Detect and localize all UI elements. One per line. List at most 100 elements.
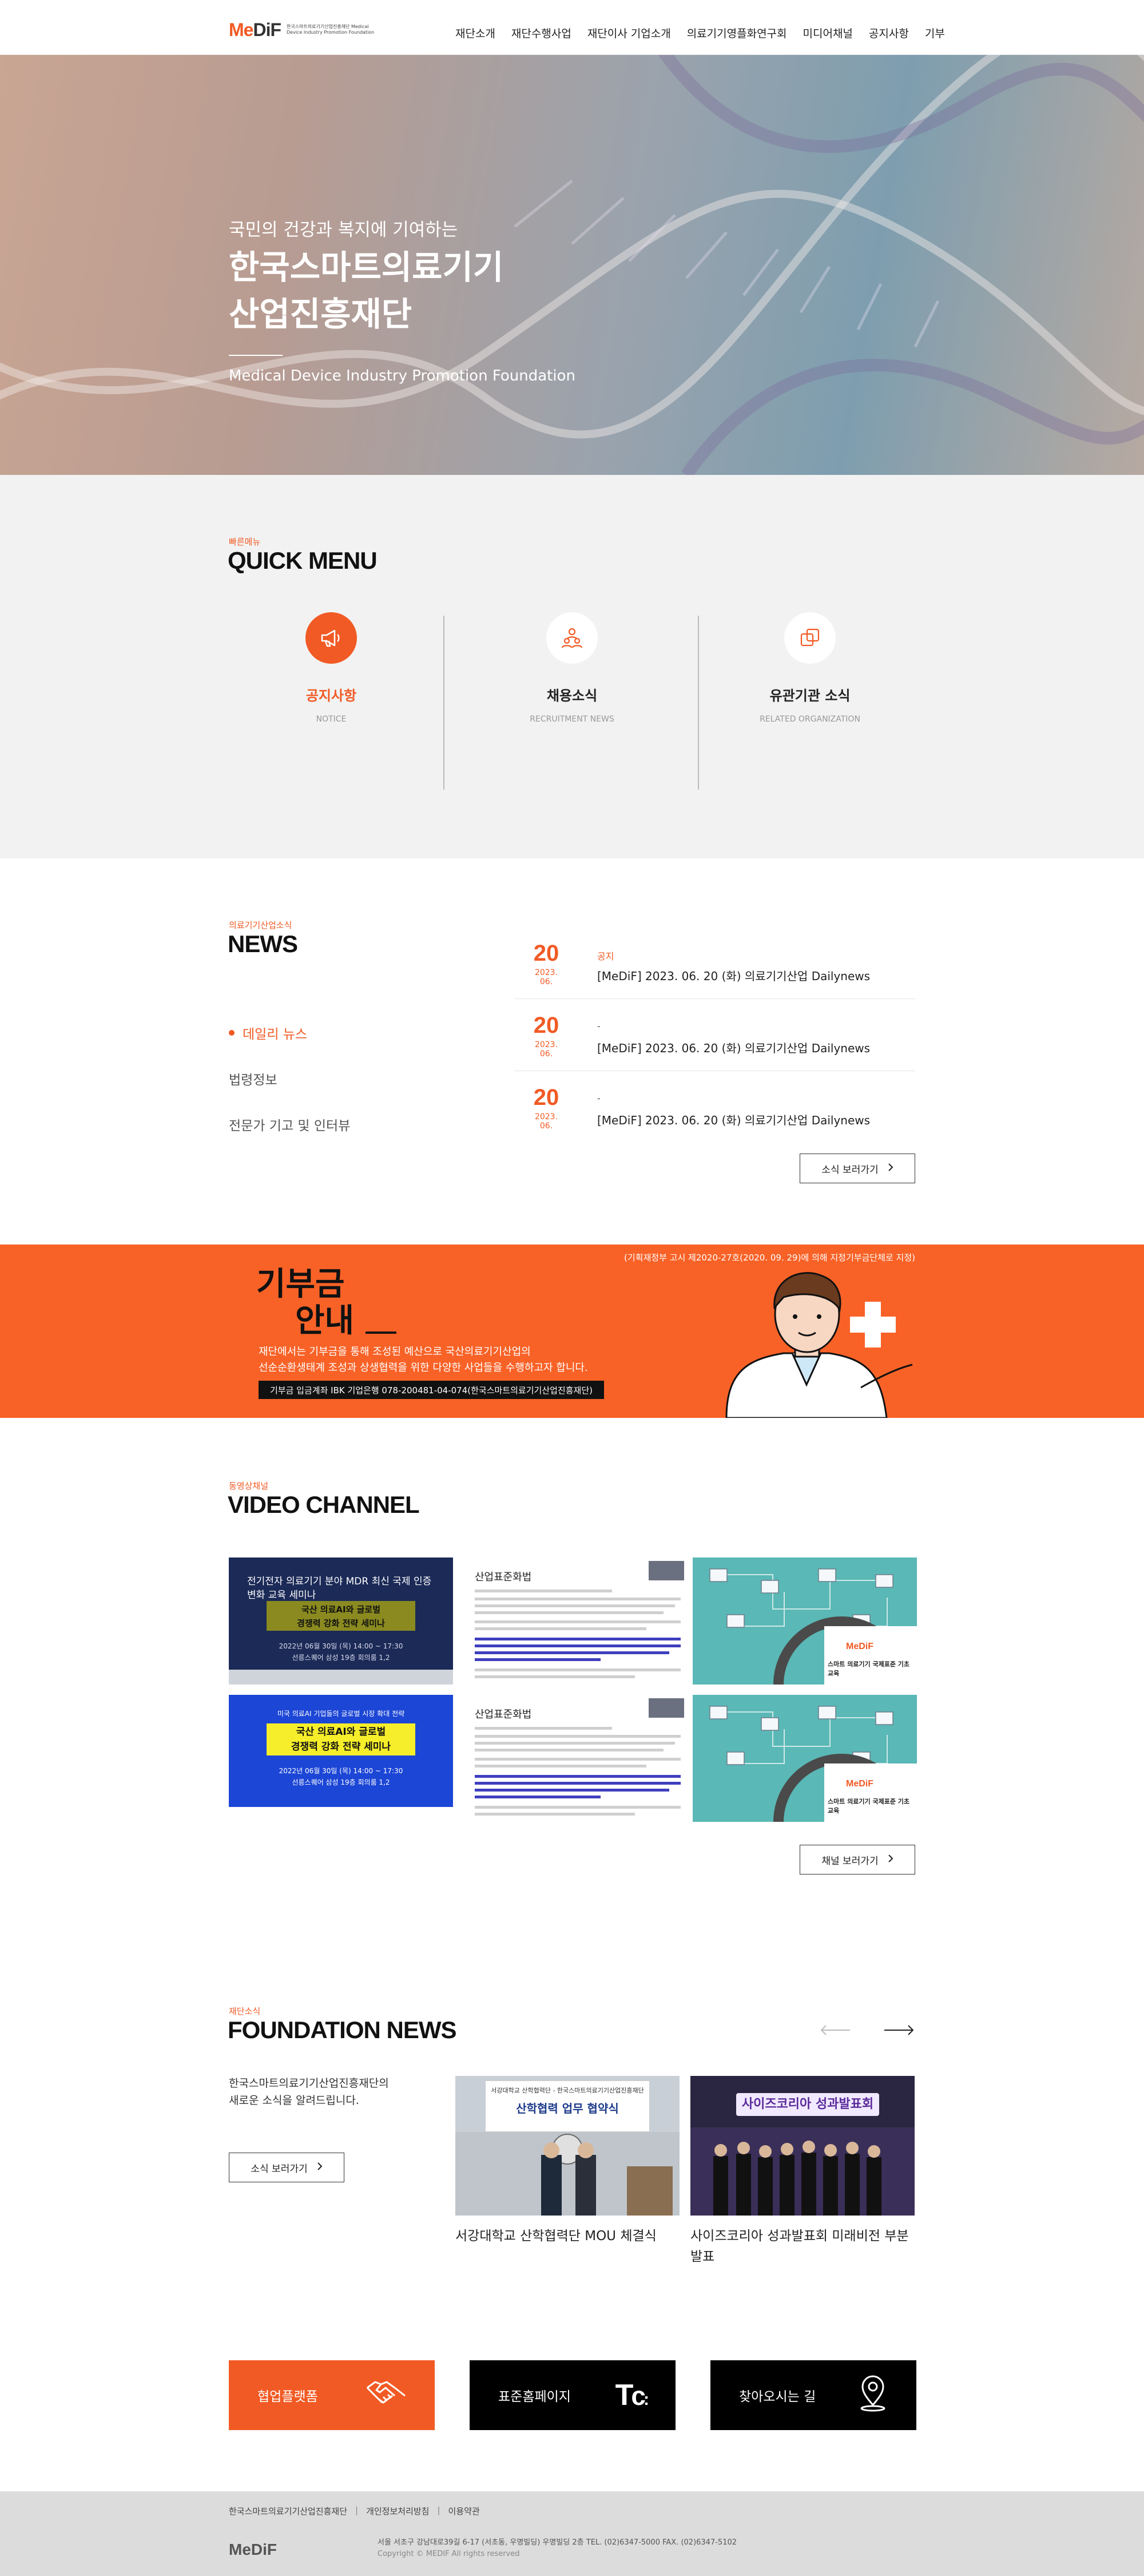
video-more-button[interactable]: 채널 보러가기 (800, 1845, 915, 1874)
video-thumbnail[interactable]: 산업표준화법 (468, 1695, 692, 1822)
logo-mark: MeDiF (229, 19, 281, 40)
news-photo-sizekorea[interactable]: 사이즈코리아 성과발표회 (690, 2076, 915, 2216)
video-headline-box: 국산 의료AI와 글로벌 경쟁력 강화 전략 세미나 (267, 1723, 415, 1755)
news-tab-interview[interactable]: 전문가 기고 및 인터뷰 (229, 1115, 350, 1134)
hero-banner: 국민의 건강과 복지에 기여하는 한국스마트의료기기 산업진흥재단 Medica… (0, 55, 1144, 475)
video-thumbnail[interactable]: MeDiF 스마트 의료기기 국제표준 기초교육 (693, 1695, 917, 1822)
news-month: 2023. 06. (534, 968, 558, 986)
donation-banner[interactable]: (기획재정부 고시 제2020-27호(2020. 09. 29)에 의해 지정… (0, 1245, 1144, 1418)
link-label: 협업플랫폼 (257, 2389, 318, 2404)
people-photo (690, 2127, 915, 2216)
hero-title: 한국스마트의료기기 산업진흥재단 (229, 248, 504, 334)
video-thumbnail[interactable]: 전기전자 의료기기 분야 MDR 최신 국제 인증 변화 교육 세미나 국산 의… (229, 1558, 453, 1685)
section-title: FOUNDATION NEWS (228, 2016, 457, 2043)
video-headline-box: 국산 의료AI와 글로벌 경쟁력 강화 전략 세미나 (267, 1601, 415, 1631)
event-banner: 서강대학교 산학협력단 - 한국스마트의료기기산업진흥재단 산학협력 업무 협약… (485, 2080, 650, 2132)
news-title[interactable]: [MeDiF] 2023. 06. 20 (화) 의료기기산업 Dailynew… (597, 967, 870, 984)
svg-text:MeDiF: MeDiF (846, 1642, 873, 1651)
video-caption: 스마트 의료기기 국제표준 기초교육 (828, 1660, 910, 1677)
footer-logo: MeDiF (229, 2541, 277, 2558)
news-tab-law[interactable]: 법령정보 (229, 1069, 277, 1088)
quick-item-label: 유관기관 소식 (769, 688, 851, 704)
news-tag: - (597, 1021, 601, 1032)
nav-item-research[interactable]: 의료기기영플화연구회 (687, 25, 787, 41)
link-collab-platform[interactable]: 협업플랫폼 (229, 2360, 435, 2430)
news-month: 2023. 06. (534, 1040, 558, 1059)
doctor-illustration (725, 1272, 913, 1418)
section-eyebrow: 재단소식 (229, 2006, 261, 2016)
video-title-line: 전기전자 의료기기 분야 MDR 최신 국제 인증 (247, 1576, 432, 1587)
link-label: 표준홈페이지 (498, 2389, 571, 2404)
footer-link-foundation[interactable]: 한국스마트의료기기산업진흥재단 (229, 2505, 347, 2517)
arrow-right-icon[interactable] (883, 2024, 915, 2038)
nav-item-notice[interactable]: 공지사항 (869, 25, 909, 41)
footer-links: 한국스마트의료기기산업진흥재단 | 개인정보처리방침 | 이용약관 (229, 2505, 480, 2517)
video-title-line: 변화 교육 세미나 (247, 1590, 316, 1601)
news-section: 의료기기산업소식 NEWS 데일리 뉴스 법령정보 전문가 기고 및 인터뷰 2… (0, 858, 1144, 1245)
main-nav: 재단소개 재단수행사업 재단이사 기업소개 의료기기영플화연구회 미디어채널 공… (455, 25, 961, 41)
nav-item-projects[interactable]: 재단수행사업 (511, 25, 571, 41)
news-caption[interactable]: 서강대학교 산학협력단 MOU 체결식 (455, 2226, 680, 2246)
map-pin-icon (858, 2375, 888, 2415)
news-day: 20 (533, 1085, 559, 1110)
news-month: 2023. 06. (534, 1112, 558, 1131)
people-photo (455, 2132, 680, 2216)
video-channel-section: 동영상채널 VIDEO CHANNEL 전기전자 의료기기 분야 MDR 최신 … (0, 1418, 1144, 1910)
news-day: 20 (533, 941, 559, 966)
nav-item-foundation[interactable]: 재단소개 (455, 25, 495, 41)
link-standard-homepage[interactable]: 표준홈페이지 Tc: (470, 2360, 676, 2430)
chevron-right-icon (317, 2162, 323, 2174)
nav-item-board-companies[interactable]: 재단이사 기업소개 (587, 25, 671, 41)
footer-link-privacy[interactable]: 개인정보처리방침 (366, 2505, 429, 2517)
quick-menu-section: 빠른메뉴 QUICK MENU 공지사항 NOTICE 채용소식 RECRUIT… (0, 475, 1144, 858)
video-title-line: 미국 의료AI 기업들의 글로벌 시장 확대 전략 (277, 1710, 405, 1718)
footer-address: 서울 서초구 강남대로39길 6-17 (서초동, 우명빌딩) 우명빌딩 2층 … (378, 2538, 737, 2558)
video-doc-title: 산업표준화법 (475, 1571, 532, 1583)
handshake-icon (366, 2376, 406, 2414)
svg-text:MeDiF: MeDiF (846, 1779, 873, 1789)
news-photo-mou[interactable]: 서강대학교 산학협력단 - 한국스마트의료기기산업진흥재단 산학협력 업무 협약… (455, 2076, 680, 2216)
quick-item-label: 공지사항 (305, 688, 357, 704)
site-footer: 한국스마트의료기기산업진흥재단 | 개인정보처리방침 | 이용약관 MeDiF … (0, 2491, 1144, 2576)
people-icon (546, 612, 598, 664)
section-title: QUICK MENU (228, 547, 378, 574)
video-thumbnail[interactable]: 미국 의료AI 기업들의 글로벌 시장 확대 전략 국산 의료AI와 글로벌 경쟁… (229, 1695, 453, 1822)
divider (443, 616, 444, 790)
donation-note: (기획재정부 고시 제2020-27호(2020. 09. 29)에 의해 지정… (624, 1253, 915, 1263)
quick-item-related-org[interactable]: 유관기관 소식 RELATED ORGANIZATION (698, 612, 921, 752)
footer-link-terms[interactable]: 이용약관 (448, 2505, 480, 2517)
chevron-right-icon (888, 1163, 893, 1175)
news-tag: - (597, 1093, 601, 1104)
news-more-button[interactable]: 소식 보러가기 (800, 1154, 915, 1183)
quick-item-en: NOTICE (316, 715, 347, 724)
news-row[interactable]: 20 2023. 06. 공지 [MeDiF] 2023. 06. 20 (화)… (515, 927, 915, 999)
link-label: 찾아오시는 길 (739, 2389, 816, 2404)
foundation-news-description: 한국스마트의료기기산업진흥재단의 새로운 소식을 알려드립니다. (229, 2077, 389, 2107)
link-directions[interactable]: 찾아오시는 길 (710, 2360, 916, 2430)
video-doc-title: 산업표준화법 (475, 1709, 532, 1721)
news-title[interactable]: [MeDiF] 2023. 06. 20 (화) 의료기기산업 Dailynew… (597, 1111, 870, 1128)
news-caption[interactable]: 사이즈코리아 성과발표회 미래비전 부분 발표 (690, 2226, 915, 2267)
section-title: VIDEO CHANNEL (228, 1491, 420, 1518)
megaphone-icon (305, 612, 357, 664)
foundation-news-more-button[interactable]: 소식 보러가기 (229, 2153, 344, 2182)
logo-subtitle: 한국스마트의료기기산업진흥재단 Medical Device Industry … (287, 24, 375, 35)
news-row[interactable]: 20 2023. 06. - [MeDiF] 2023. 06. 20 (화) … (515, 999, 915, 1071)
video-thumbnail[interactable]: MeDiF 스마트 의료기기 국제표준 기초교육 (693, 1558, 917, 1685)
video-thumbnail[interactable]: 산업표준화법 (468, 1558, 692, 1685)
news-tag: 공지 (597, 951, 614, 962)
quick-item-en: RECRUITMENT NEWS (530, 715, 614, 724)
site-logo[interactable]: MeDiF 한국스마트의료기기산업진흥재단 Medical Device Ind… (229, 19, 384, 40)
news-row[interactable]: 20 2023. 06. - [MeDiF] 2023. 06. 20 (화) … (515, 1071, 915, 1143)
quick-item-recruit[interactable]: 채용소식 RECRUITMENT NEWS (460, 612, 684, 752)
news-day: 20 (533, 1013, 559, 1038)
arrow-left-icon[interactable] (819, 2024, 851, 2038)
donation-title: 기부금 안내 (256, 1266, 397, 1339)
news-tab-daily[interactable]: 데일리 뉴스 (229, 1023, 307, 1043)
video-place: 선릉스퀘어 삼성 19층 회의룸 1,2 (292, 1778, 390, 1786)
quick-item-notice[interactable]: 공지사항 NOTICE (220, 612, 443, 752)
event-banner: 사이즈코리아 성과발표회 (736, 2093, 879, 2116)
nav-item-donate[interactable]: 기부 (925, 25, 945, 41)
news-title[interactable]: [MeDiF] 2023. 06. 20 (화) 의료기기산업 Dailynew… (597, 1039, 870, 1056)
nav-item-media[interactable]: 미디어채널 (803, 25, 853, 41)
